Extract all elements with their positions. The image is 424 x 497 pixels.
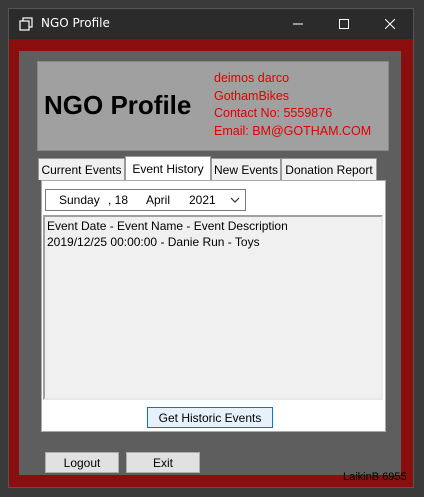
profile-name: deimos darco: [214, 71, 290, 85]
tab-current-events[interactable]: Current Events: [38, 158, 125, 180]
profile-contact: Contact No: 5559876: [214, 106, 333, 120]
list-header: Event Date - Event Name - Event Descript…: [47, 219, 288, 233]
event-history-list[interactable]: Event Date - Event Name - Event Descript…: [43, 215, 383, 400]
page-title: NGO Profile: [44, 90, 192, 120]
exit-button[interactable]: Exit: [126, 452, 200, 473]
tab-new-events[interactable]: New Events: [211, 158, 281, 180]
profile-header: NGO Profile deimos darco GothamBikes Con…: [37, 61, 389, 151]
window-title: NGO Profile: [41, 16, 110, 30]
list-item[interactable]: 2019/12/25 00:00:00 - Danie Run - Toys: [47, 234, 379, 250]
chevron-down-icon[interactable]: [228, 193, 242, 207]
footer-credit: LaikinB 6955: [343, 471, 407, 483]
minimize-button[interactable]: [275, 9, 321, 39]
profile-organization: GothamBikes: [214, 88, 290, 103]
logout-button[interactable]: Logout: [45, 452, 119, 473]
profile-info: deimos darco GothamBikes Contact No: 555…: [214, 70, 371, 140]
tab-event-history[interactable]: Event History: [125, 156, 211, 180]
close-icon: [385, 19, 395, 29]
date-number: , 18: [108, 193, 129, 207]
form-body: NGO Profile deimos darco GothamBikes Con…: [19, 51, 407, 483]
form-border: NGO Profile deimos darco GothamBikes Con…: [9, 39, 413, 487]
date-year: 2021: [189, 193, 216, 207]
close-button[interactable]: [367, 9, 413, 39]
maximize-icon: [339, 19, 349, 29]
date-day: Sunday: [59, 193, 100, 207]
date-month: April: [146, 193, 171, 207]
date-picker[interactable]: Sunday , 18 April 2021: [45, 189, 246, 211]
app-icon: [19, 17, 33, 31]
maximize-button[interactable]: [321, 9, 367, 39]
title-bar[interactable]: NGO Profile: [9, 9, 413, 39]
get-historic-events-button[interactable]: Get Historic Events: [147, 407, 273, 428]
tab-donation-report[interactable]: Donation Report: [281, 158, 377, 180]
app-window: NGO Profile NGO Profile deimos darco Got…: [8, 8, 414, 488]
profile-email: Email: BM@GOTHAM.COM: [214, 123, 372, 138]
minimize-icon: [293, 23, 303, 25]
event-history-panel: Sunday , 18 April 2021 Event Date - Even…: [41, 180, 386, 432]
